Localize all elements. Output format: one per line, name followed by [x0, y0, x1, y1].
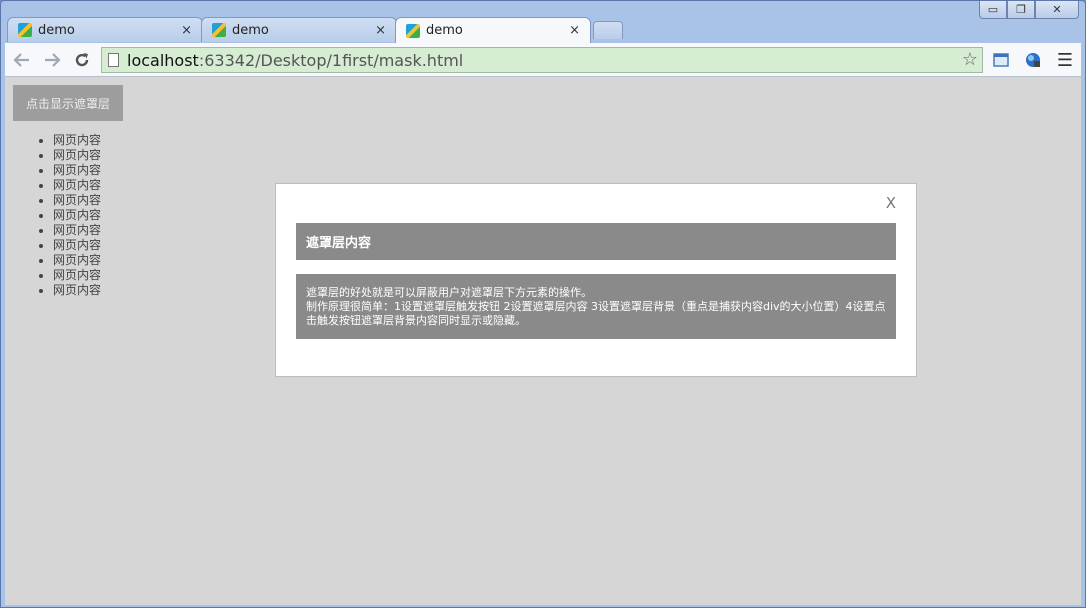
tab-1[interactable]: demo × [7, 17, 203, 42]
window-caption-buttons: ▭ ❐ ✕ [979, 1, 1079, 19]
favicon-icon [406, 23, 420, 38]
minimize-icon: ▭ [987, 3, 999, 16]
tab-3-active[interactable]: demo × [395, 17, 591, 43]
tab-title: demo [38, 22, 75, 38]
url-path: :63342/Desktop/1first/mask.html [198, 50, 464, 70]
page-viewport: 点击显示遮罩层 网页内容 网页内容 网页内容 网页内容 网页内容 网页内容 网页… [5, 77, 1081, 605]
tab-close-icon[interactable]: × [569, 23, 580, 38]
list-item: 网页内容 [53, 148, 101, 163]
favicon-icon [18, 23, 32, 37]
content-list: 网页内容 网页内容 网页内容 网页内容 网页内容 网页内容 网页内容 网页内容 … [35, 133, 101, 298]
close-window-button[interactable]: ✕ [1035, 1, 1079, 19]
show-mask-button[interactable]: 点击显示遮罩层 [13, 85, 123, 121]
dialog-body-line: 遮罩层的好处就是可以屏蔽用户对遮罩层下方元素的操作。 [306, 286, 592, 299]
list-item: 网页内容 [53, 238, 101, 253]
dialog-body-line: 制作原理很简单：1设置遮罩层触发按钮 2设置遮罩层内容 3设置遮罩层背景（重点是… [306, 300, 886, 327]
back-arrow-icon[interactable] [11, 49, 33, 71]
list-item: 网页内容 [53, 193, 101, 208]
url-host: localhost [127, 50, 199, 70]
close-icon: ✕ [1052, 3, 1062, 16]
browser-toolbar: localhost:63342/Desktop/1first/mask.html… [5, 43, 1081, 77]
list-item: 网页内容 [53, 268, 101, 283]
tab-close-icon[interactable]: × [375, 23, 386, 38]
list-item: 网页内容 [53, 223, 101, 238]
dialog-close-button[interactable]: X [886, 194, 896, 212]
mask-dialog: X 遮罩层内容 遮罩层的好处就是可以屏蔽用户对遮罩层下方元素的操作。 制作原理很… [275, 183, 917, 377]
restore-icon: ❐ [1016, 3, 1026, 16]
tab-title: demo [426, 23, 463, 38]
browser-window: ▭ ❐ ✕ demo × demo × demo × localhost:63… [0, 0, 1086, 608]
dialog-body: 遮罩层的好处就是可以屏蔽用户对遮罩层下方元素的操作。 制作原理很简单：1设置遮罩… [296, 274, 896, 339]
list-item: 网页内容 [53, 133, 101, 148]
tab-2[interactable]: demo × [201, 17, 397, 42]
favicon-icon [212, 23, 226, 37]
list-item: 网页内容 [53, 253, 101, 268]
tab-title: demo [232, 22, 269, 38]
dialog-title: 遮罩层内容 [296, 223, 896, 260]
list-item: 网页内容 [53, 163, 101, 178]
restore-button[interactable]: ❐ [1007, 1, 1035, 19]
reload-icon[interactable] [71, 49, 93, 71]
bookmark-star-icon[interactable]: ☆ [962, 49, 978, 70]
extension-window-icon[interactable] [991, 50, 1011, 70]
new-tab-button[interactable] [593, 21, 623, 39]
address-bar[interactable]: localhost:63342/Desktop/1first/mask.html… [101, 47, 983, 73]
minimize-button[interactable]: ▭ [979, 1, 1007, 19]
list-item: 网页内容 [53, 178, 101, 193]
tab-strip: demo × demo × demo × [7, 17, 807, 43]
list-item: 网页内容 [53, 208, 101, 223]
extension-globe-icon[interactable] [1023, 50, 1043, 70]
page-icon [108, 53, 119, 67]
hamburger-menu-icon[interactable]: ☰ [1055, 50, 1075, 71]
list-item: 网页内容 [53, 283, 101, 298]
forward-arrow-icon[interactable] [41, 49, 63, 71]
tab-close-icon[interactable]: × [181, 23, 192, 38]
